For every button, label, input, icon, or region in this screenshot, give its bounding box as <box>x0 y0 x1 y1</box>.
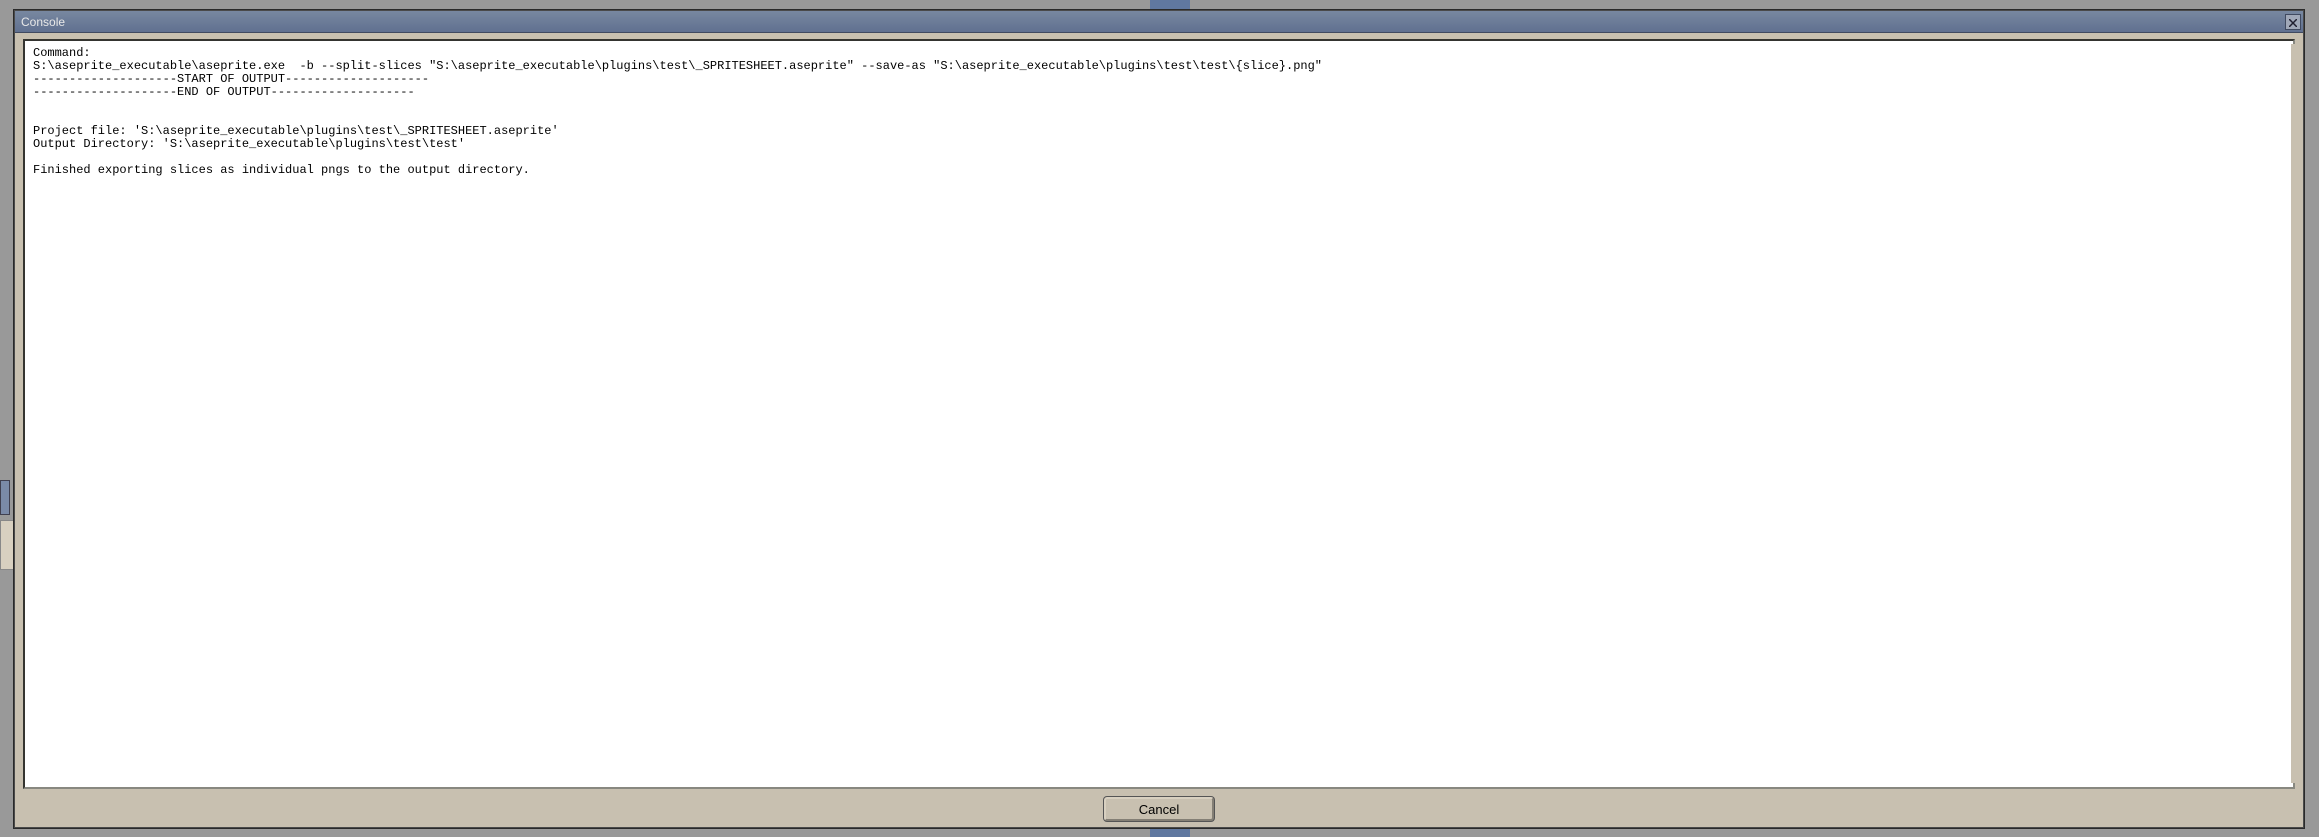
app-window: Console Command: S:\aseprite_executable\… <box>0 0 2319 837</box>
button-row: Cancel <box>23 789 2295 823</box>
dialog-content: Command: S:\aseprite_executable\aseprite… <box>15 33 2303 827</box>
dialog-title: Console <box>21 15 65 29</box>
close-button[interactable] <box>2285 14 2301 30</box>
console-output[interactable]: Command: S:\aseprite_executable\aseprite… <box>23 39 2295 789</box>
background-stub-left-a <box>0 480 10 515</box>
titlebar[interactable]: Console <box>15 11 2303 33</box>
console-dialog: Console Command: S:\aseprite_executable\… <box>14 10 2304 828</box>
background-stub-left-b <box>0 520 14 570</box>
close-icon <box>2289 12 2297 31</box>
vertical-scrollbar[interactable] <box>2291 44 2300 783</box>
cancel-button[interactable]: Cancel <box>1104 797 1214 821</box>
